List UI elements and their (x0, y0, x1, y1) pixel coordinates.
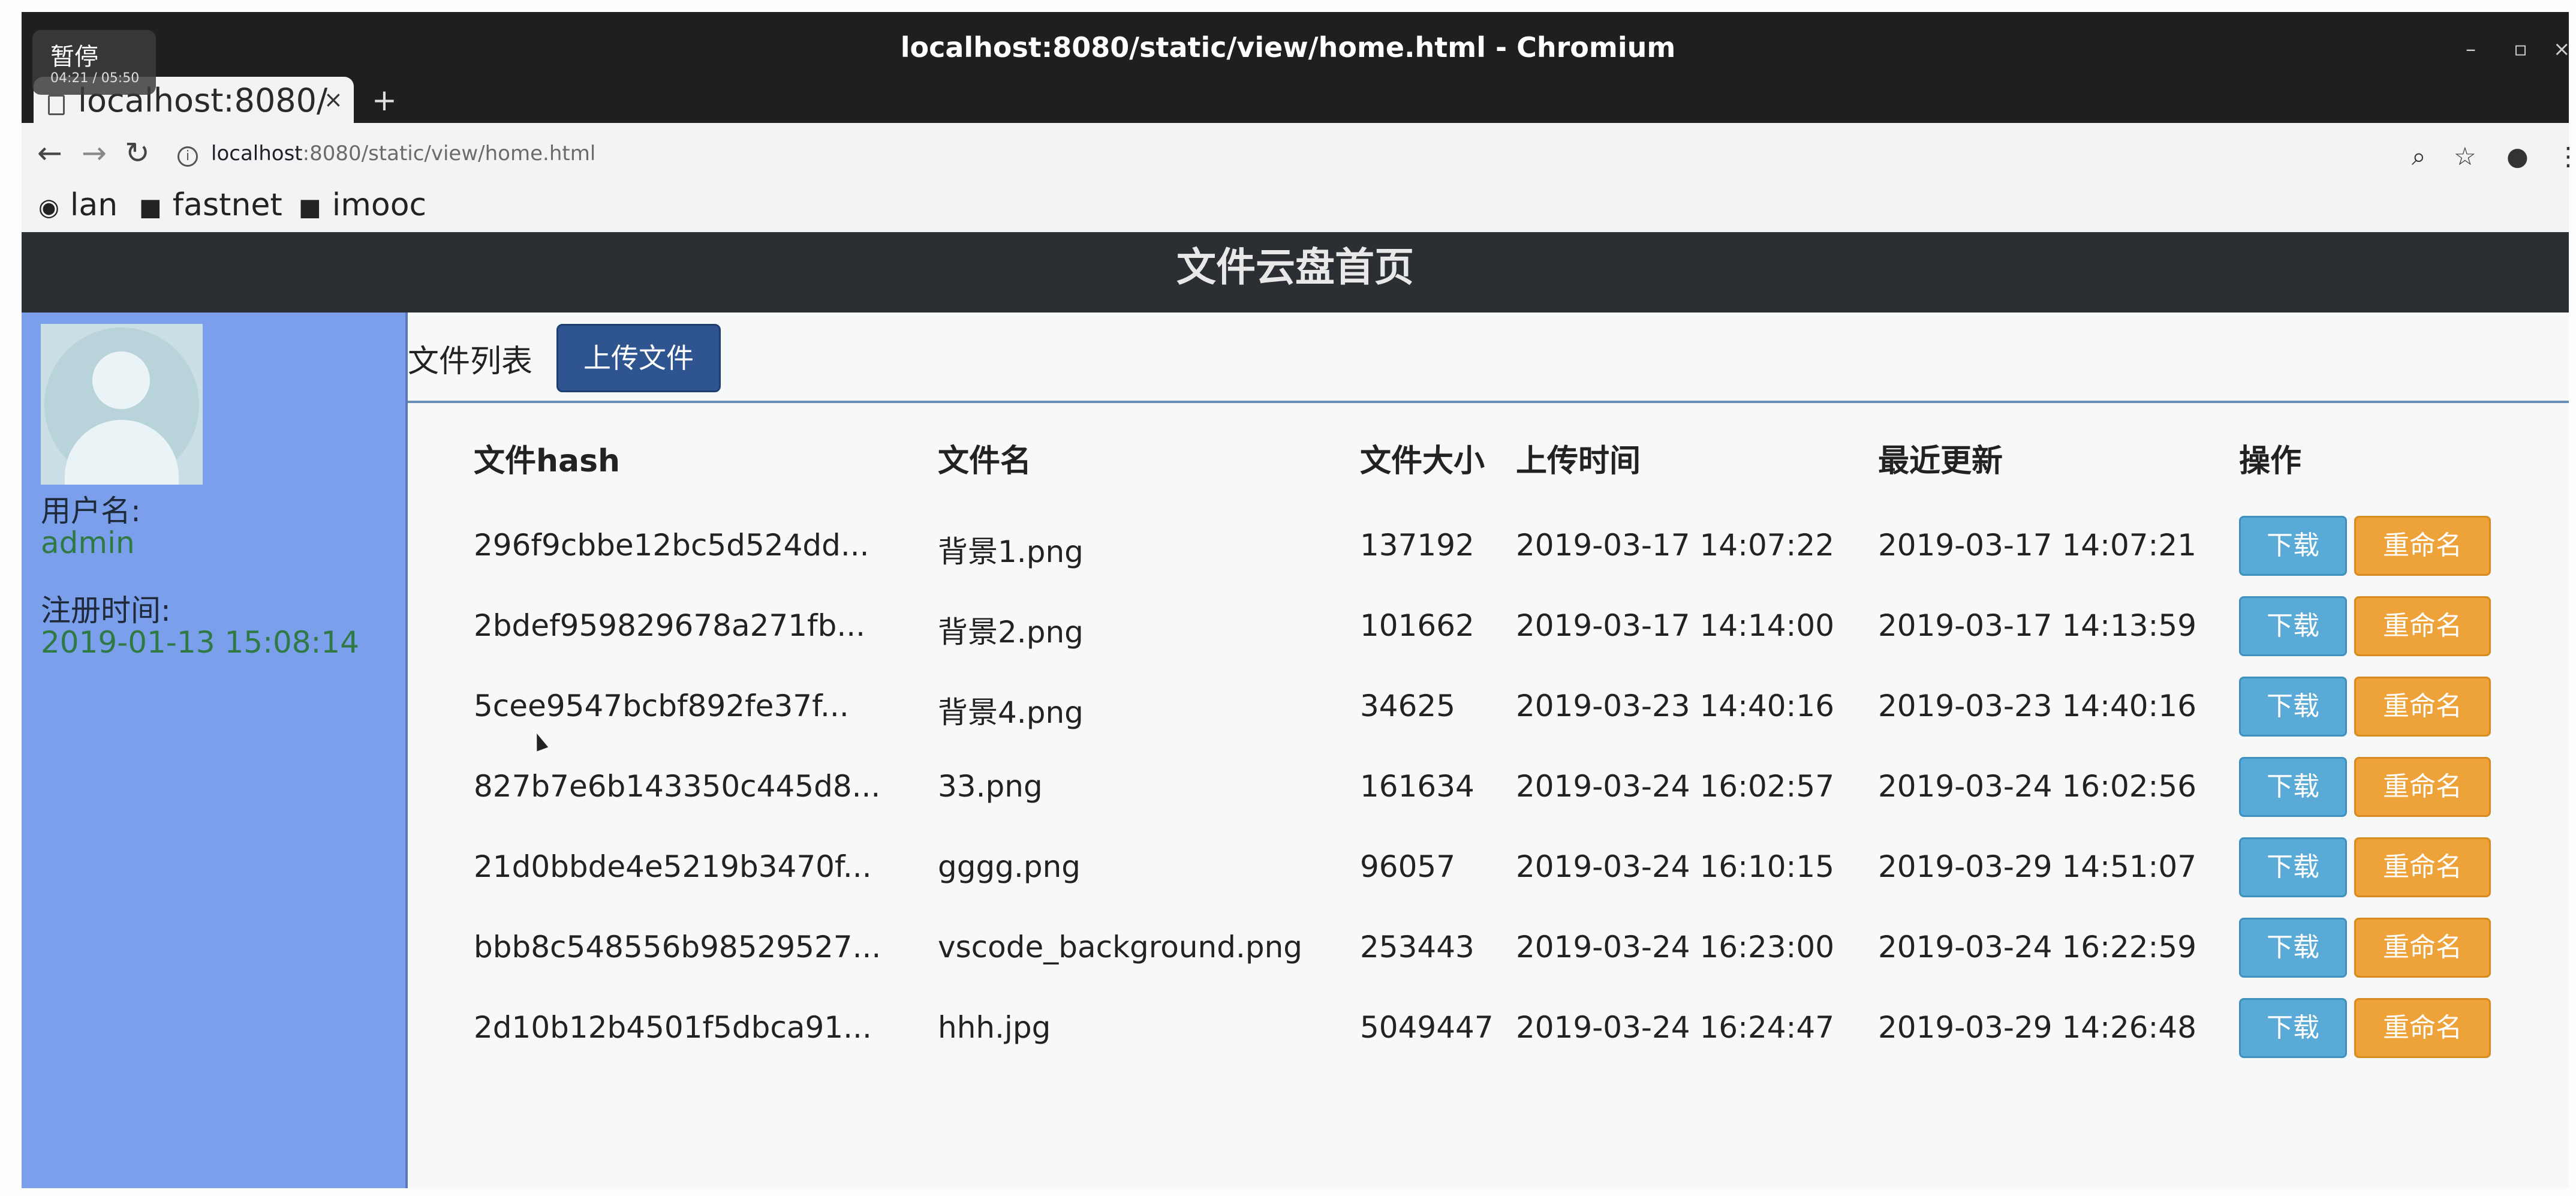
cell-name: 背景2.png (938, 615, 1084, 650)
cell-hash: bbb8c548556b98529527... (474, 930, 881, 964)
pause-label: 暂停 (50, 43, 98, 71)
cell-name: vscode_background.png (938, 930, 1303, 964)
cell-hash: 2d10b12b4501f5dbca91... (474, 1010, 872, 1045)
cell-name: hhh.jpg (938, 1010, 1051, 1045)
upload-file-button[interactable]: 上传文件 (556, 324, 721, 392)
address-bar[interactable]: localhost:8080/static/view/home.html (211, 142, 595, 166)
cell-upload-time: 2019-03-24 16:10:15 (1516, 849, 1835, 884)
folder-icon: ■ (139, 194, 162, 221)
cell-name: 背景1.png (938, 534, 1084, 569)
cell-name: 背景4.png (938, 695, 1084, 730)
cell-name: gggg.png (938, 849, 1081, 884)
column-header-name: 文件名 (938, 443, 1032, 479)
cell-hash: 2bdef959829678a271fb... (474, 608, 866, 643)
cell-size: 137192 (1360, 528, 1474, 563)
cell-name: 33.png (938, 769, 1043, 804)
bookmark-label: fastnet (172, 187, 282, 223)
download-button[interactable]: 下载 (2239, 837, 2347, 897)
cell-upload-time: 2019-03-24 16:23:00 (1516, 930, 1835, 964)
register-time-value: 2019-01-13 15:08:14 (41, 625, 360, 660)
cell-upload-time: 2019-03-23 14:40:16 (1516, 689, 1835, 723)
bookmark-label: lan (70, 187, 118, 223)
page-icon (48, 95, 65, 115)
info-icon[interactable]: i (177, 146, 198, 167)
column-header-updated: 最近更新 (1878, 443, 2003, 479)
tab-file-list[interactable]: 文件列表 (408, 336, 532, 381)
column-header-actions: 操作 (2239, 443, 2302, 479)
url-path: :8080/static/view/home.html (302, 142, 596, 166)
github-icon: ◉ (38, 194, 59, 221)
cell-updated: 2019-03-29 14:26:48 (1878, 1010, 2197, 1045)
cell-upload-time: 2019-03-17 14:14:00 (1516, 608, 1835, 643)
reload-icon[interactable]: ↻ (125, 136, 150, 170)
column-header-size: 文件大小 (1360, 443, 1485, 479)
cell-updated: 2019-03-23 14:40:16 (1878, 689, 2197, 723)
download-button[interactable]: 下载 (2239, 918, 2347, 978)
cell-upload-time: 2019-03-24 16:24:47 (1516, 1010, 1835, 1045)
window-title: localhost:8080/static/view/home.html - C… (900, 31, 1676, 64)
rename-button[interactable]: 重命名 (2354, 998, 2491, 1058)
menu-icon[interactable]: ⋮ (2556, 142, 2576, 171)
register-time-label: 注册时间: (41, 593, 171, 628)
back-icon[interactable]: ← (37, 136, 62, 170)
download-button[interactable]: 下载 (2239, 677, 2347, 737)
rename-button[interactable]: 重命名 (2354, 596, 2491, 656)
rename-button[interactable]: 重命名 (2354, 516, 2491, 576)
forward-icon[interactable]: → (82, 136, 107, 170)
cell-hash: 296f9cbbe12bc5d524dd... (474, 528, 869, 563)
bookmark-imooc[interactable]: ■ imooc (299, 187, 426, 223)
bookmark-fastnet[interactable]: ■ fastnet (139, 187, 282, 223)
username-label: 用户名: (41, 494, 141, 528)
cell-updated: 2019-03-17 14:07:21 (1878, 528, 2197, 563)
bookmark-lan[interactable]: ◉ lan (38, 187, 118, 223)
cell-size: 253443 (1360, 930, 1474, 964)
cell-size: 96057 (1360, 849, 1456, 884)
close-window-icon[interactable]: × (2553, 37, 2571, 61)
cell-updated: 2019-03-17 14:13:59 (1878, 608, 2197, 643)
video-time: 04:21 / 05:50 (50, 71, 140, 86)
cell-size: 5049447 (1360, 1010, 1494, 1045)
tab-strip (22, 80, 2569, 123)
username-value: admin (41, 525, 135, 560)
cell-updated: 2019-03-29 14:51:07 (1878, 849, 2197, 884)
cell-updated: 2019-03-24 16:02:56 (1878, 769, 2197, 804)
rename-button[interactable]: 重命名 (2354, 918, 2491, 978)
minimize-icon[interactable]: – (2466, 37, 2476, 61)
column-header-hash: 文件hash (474, 443, 621, 479)
cell-upload-time: 2019-03-24 16:02:57 (1516, 769, 1835, 804)
cell-hash: 21d0bbde4e5219b3470f... (474, 849, 872, 884)
account-icon[interactable]: ● (2506, 142, 2529, 171)
cell-size: 101662 (1360, 608, 1474, 643)
bookmark-label: imooc (332, 187, 427, 223)
column-header-upload-time: 上传时间 (1516, 443, 1641, 479)
maximize-icon[interactable]: ▫ (2514, 37, 2527, 61)
download-button[interactable]: 下载 (2239, 998, 2347, 1058)
zoom-icon[interactable]: ⌕ (2412, 142, 2426, 172)
cell-updated: 2019-03-24 16:22:59 (1878, 930, 2197, 964)
cell-size: 34625 (1360, 689, 1456, 723)
bookmark-star-icon[interactable]: ☆ (2454, 142, 2476, 171)
download-button[interactable]: 下载 (2239, 516, 2347, 576)
page-title: 文件云盘首页 (1176, 244, 1414, 290)
new-tab-button[interactable]: + (372, 83, 397, 118)
cell-size: 161634 (1360, 769, 1474, 804)
rename-button[interactable]: 重命名 (2354, 837, 2491, 897)
cell-hash: 5cee9547bcbf892fe37f... (474, 689, 849, 723)
cell-hash: 827b7e6b143350c445d8... (474, 769, 881, 804)
rename-button[interactable]: 重命名 (2354, 677, 2491, 737)
tab-close-icon[interactable]: × (324, 86, 343, 113)
folder-icon: ■ (299, 194, 321, 221)
rename-button[interactable]: 重命名 (2354, 757, 2491, 817)
download-button[interactable]: 下载 (2239, 757, 2347, 817)
avatar (41, 324, 203, 485)
cell-upload-time: 2019-03-17 14:07:22 (1516, 528, 1835, 563)
url-host: localhost (211, 142, 303, 166)
download-button[interactable]: 下载 (2239, 596, 2347, 656)
tab-divider (408, 401, 2569, 403)
